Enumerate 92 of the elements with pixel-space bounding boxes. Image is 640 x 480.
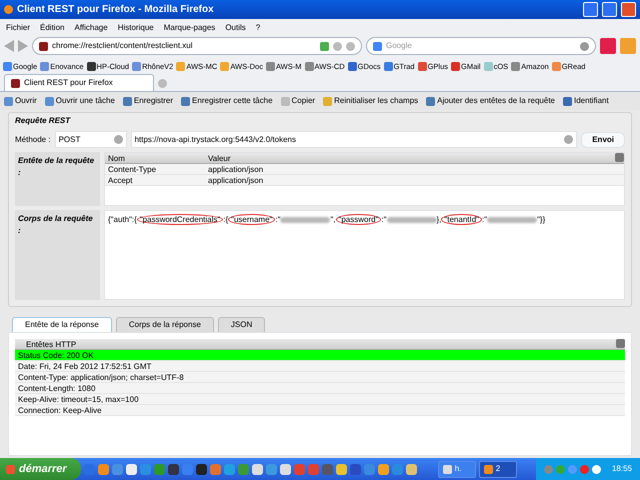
taskbar-icon[interactable] bbox=[224, 464, 235, 474]
maximize-button[interactable] bbox=[602, 2, 617, 17]
method-label: Méthode : bbox=[15, 134, 51, 146]
send-button[interactable]: Envoi bbox=[581, 132, 625, 148]
taskbar-icon[interactable] bbox=[280, 464, 291, 474]
clock: 18:55 bbox=[612, 463, 632, 475]
taskbar-icon[interactable] bbox=[98, 464, 109, 474]
toolbar-icon bbox=[426, 96, 436, 106]
column-header[interactable]: Valeur bbox=[208, 153, 615, 163]
menu-item[interactable]: Marque-pages bbox=[164, 22, 216, 31]
blurred-text bbox=[487, 216, 538, 223]
minimize-button[interactable] bbox=[583, 2, 598, 17]
highlighted-text: "password" bbox=[336, 214, 382, 225]
menu-item[interactable]: Outils bbox=[225, 22, 246, 31]
toolbar-button[interactable]: Reinitialiser les champs bbox=[323, 95, 418, 107]
table-cell: Status Code: 200 OK bbox=[15, 350, 625, 361]
menu-item[interactable]: Historique bbox=[118, 22, 154, 31]
toolbar-icon bbox=[280, 96, 290, 106]
blurred-text bbox=[386, 216, 436, 223]
toolbar-button[interactable]: Ouvrir bbox=[4, 95, 37, 107]
toolbar-icon bbox=[122, 96, 132, 106]
bookmark-icon bbox=[86, 62, 96, 71]
start-button[interactable]: démarrer bbox=[0, 458, 81, 480]
bookmark-icon bbox=[220, 62, 230, 71]
table-cell: application/json bbox=[208, 164, 264, 174]
taskbar-icon[interactable] bbox=[126, 464, 137, 474]
taskbar-icon[interactable] bbox=[378, 464, 389, 474]
toolbar-button[interactable]: Enregistrer cette tâche bbox=[181, 95, 273, 107]
toolbar-icon bbox=[323, 96, 332, 106]
address-field[interactable]: chrome://restclient/content/restclient.xul bbox=[32, 37, 362, 55]
taskbar-button[interactable]: h. bbox=[438, 460, 476, 478]
response-tab[interactable]: Corps de la réponse bbox=[116, 317, 214, 332]
highlighted-text: "username" bbox=[228, 214, 276, 225]
bookmark-icon bbox=[511, 62, 520, 71]
blurred-text bbox=[280, 216, 330, 223]
bookmark-icon bbox=[132, 62, 142, 71]
table-cell: Date: Fri, 24 Feb 2012 17:52:51 GMT bbox=[15, 361, 625, 372]
response-tab[interactable]: Entête de la réponse bbox=[12, 317, 112, 332]
table-cell: Keep-Alive: timeout=15, max=100 bbox=[15, 394, 625, 405]
window-title: Client REST pour Firefox - Mozilla Firefox bbox=[17, 3, 215, 17]
toolbar-button[interactable]: Identifiant bbox=[563, 95, 609, 107]
taskbar-icon[interactable] bbox=[168, 464, 179, 474]
bookmark-icon bbox=[3, 62, 12, 71]
toolbar-button[interactable]: Ajouter des entêtes de la requête bbox=[426, 95, 555, 107]
menu-item[interactable]: ? bbox=[256, 22, 260, 31]
table-cell: Connection: Keep-Alive bbox=[15, 405, 625, 416]
table-cell: Content-Type: application/json; charset=UTF-8 bbox=[15, 372, 625, 383]
toolbar-icon bbox=[4, 96, 13, 106]
back-button[interactable] bbox=[4, 40, 14, 52]
url-field[interactable]: https://nova-api.trystack.org:5443/v2.0/tokens bbox=[130, 131, 578, 148]
bookmark-icon bbox=[176, 62, 186, 71]
body-label: Corps de la requête : bbox=[15, 210, 100, 300]
toolbar-button[interactable]: Enregistrer bbox=[122, 95, 174, 107]
bookmark-icon bbox=[266, 62, 275, 71]
taskbar-button[interactable]: 2 bbox=[478, 460, 517, 478]
taskbar-icon[interactable] bbox=[336, 464, 347, 474]
bookmark-icon bbox=[418, 62, 427, 71]
headers-label: Entête de la requête : bbox=[15, 152, 100, 206]
table-cell-text: Content-Type bbox=[108, 164, 158, 174]
table-cell-text: Accept bbox=[108, 175, 134, 185]
highlighted-text: "tenantId" bbox=[441, 214, 482, 225]
bookmark-icon bbox=[348, 62, 357, 71]
column-header[interactable]: Nom bbox=[108, 153, 208, 163]
toolbar-button[interactable]: Ouvrir une tâche bbox=[44, 95, 115, 107]
taskbar-icon[interactable] bbox=[322, 464, 333, 474]
menu-item[interactable]: Affichage bbox=[74, 22, 108, 31]
highlighted-text: "passwordCredentials" bbox=[136, 214, 224, 225]
table-cell: Content-Length: 1080 bbox=[15, 383, 625, 394]
toolbar-button[interactable]: Copier bbox=[280, 95, 316, 107]
taskbar-icon[interactable] bbox=[252, 464, 263, 474]
menu-item[interactable]: Édition bbox=[40, 22, 64, 31]
toolbar-icon bbox=[44, 96, 54, 106]
bookmark-icon bbox=[600, 38, 616, 54]
taskbar-icon[interactable] bbox=[406, 464, 417, 474]
bookmark-icon bbox=[384, 62, 393, 71]
browser-tab[interactable]: Client REST pour Firefox bbox=[4, 74, 154, 91]
taskbar-icon[interactable] bbox=[196, 464, 207, 474]
section-title: Requête REST bbox=[15, 115, 72, 127]
bookmark-icon bbox=[552, 62, 561, 71]
bookmark-icon bbox=[304, 62, 314, 71]
taskbar-icon[interactable] bbox=[350, 464, 361, 474]
bookmark-icon bbox=[484, 62, 493, 71]
menu-item[interactable]: Fichier bbox=[6, 22, 30, 31]
body-field[interactable]: {"auth":{ "passwordCredentials" :{ "username" :" ", "password" :" }, "tenantId" :" "}} bbox=[104, 210, 625, 300]
bookmark-icon bbox=[451, 62, 460, 71]
toolbar-icon bbox=[563, 96, 572, 106]
bookmark-icon bbox=[40, 62, 50, 71]
close-button[interactable] bbox=[621, 2, 636, 17]
method-select[interactable]: POST bbox=[54, 131, 127, 148]
response-tab[interactable]: JSON bbox=[218, 317, 266, 332]
toolbar-icon bbox=[181, 96, 190, 106]
table-cell: application/json bbox=[208, 175, 264, 185]
